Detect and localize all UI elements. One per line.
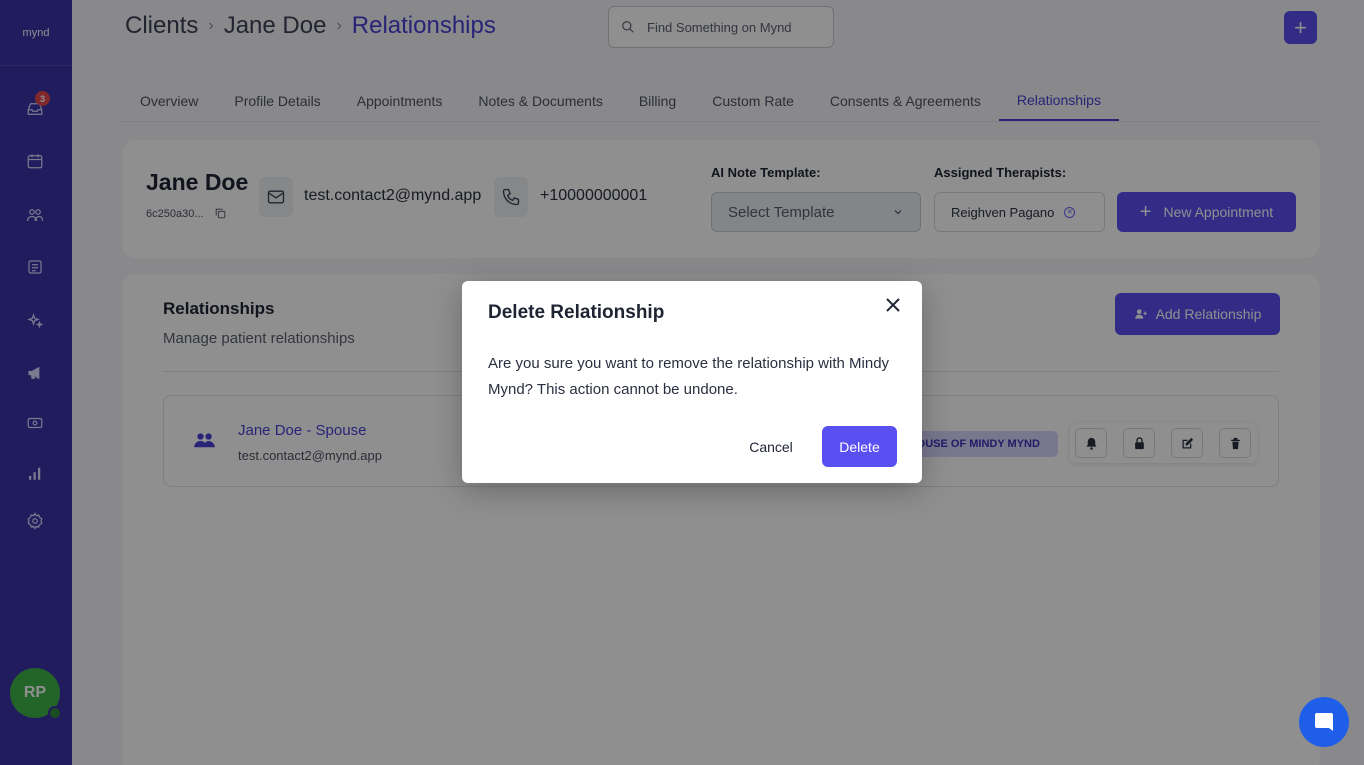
- close-icon[interactable]: [884, 296, 902, 314]
- dialog-title: Delete Relationship: [488, 302, 665, 323]
- dialog-message: Are you sure you want to remove the rela…: [488, 355, 890, 398]
- cancel-button[interactable]: Cancel: [734, 427, 808, 467]
- chat-icon: [1315, 713, 1333, 731]
- delete-button[interactable]: Delete: [822, 426, 897, 467]
- delete-relationship-dialog: Delete Relationship Are you sure you wan…: [462, 281, 922, 483]
- chat-support-button[interactable]: [1299, 697, 1349, 747]
